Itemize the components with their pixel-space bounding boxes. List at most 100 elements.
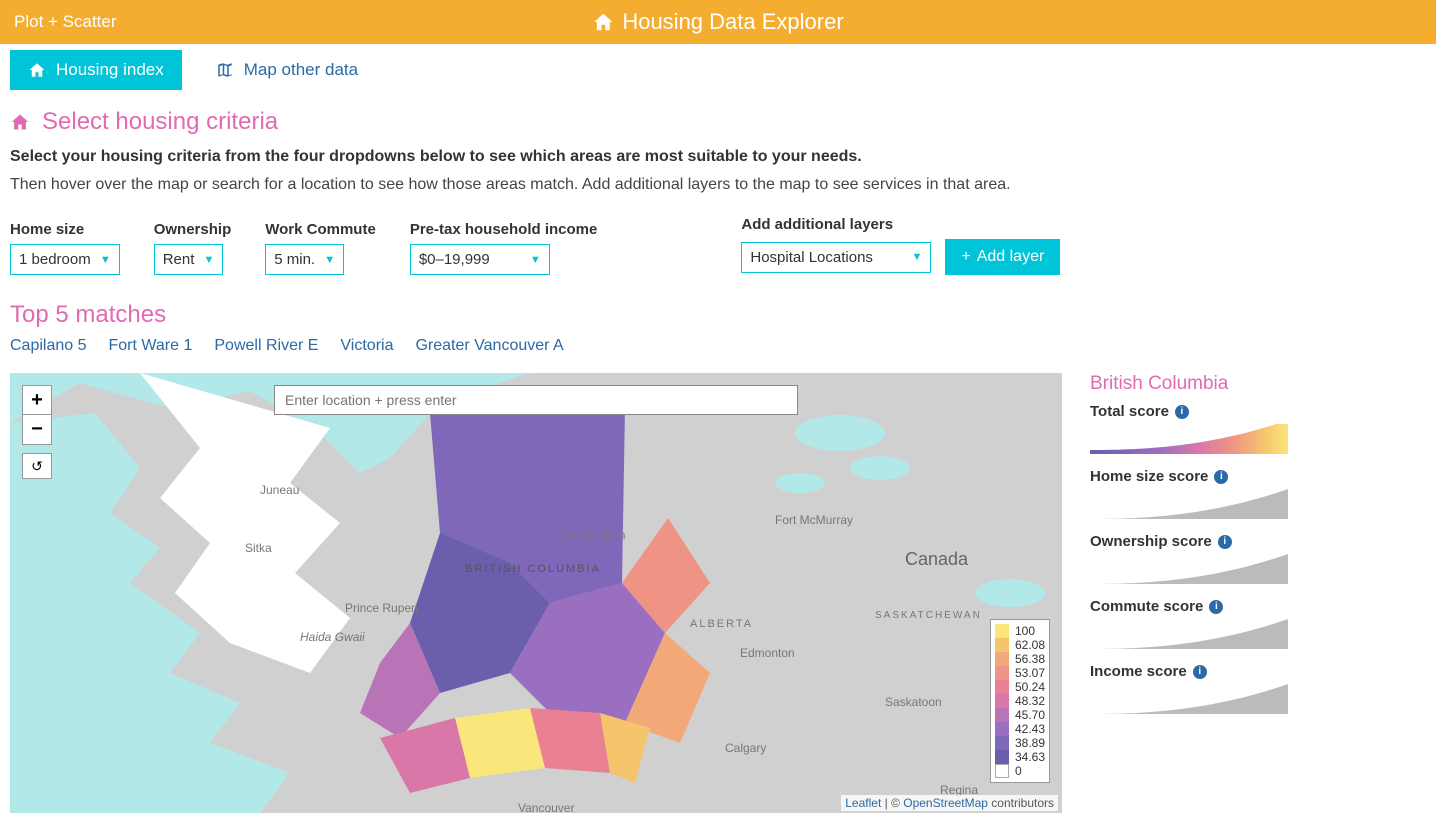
score-sparkline [1090, 554, 1288, 584]
app-title: Housing Data Explorer [592, 9, 843, 35]
legend-row: 56.38 [995, 652, 1045, 666]
score-label: Home size score i [1090, 468, 1426, 485]
map-attribution: Leaflet | © OpenStreetMap contributors [841, 795, 1058, 811]
zoom-reset-button[interactable]: ↺ [22, 453, 52, 479]
income-select[interactable]: $0–19,999 [410, 244, 550, 275]
legend-swatch [995, 694, 1009, 708]
match-link[interactable]: Capilano 5 [10, 337, 87, 355]
instructions-line-1: Select your housing criteria from the fo… [10, 148, 1426, 166]
brand-text: Plot + Scatter [0, 12, 117, 32]
legend-value: 38.89 [1015, 736, 1045, 750]
map-label-canada: Canada [905, 549, 968, 570]
add-layer-button[interactable]: + Add layer [945, 239, 1060, 275]
osm-link[interactable]: OpenStreetMap [903, 796, 988, 810]
legend-row: 45.70 [995, 708, 1045, 722]
instructions-line-2: Then hover over the map or search for a … [10, 176, 1426, 194]
legend-row: 38.89 [995, 736, 1045, 750]
match-link[interactable]: Powell River E [214, 337, 318, 355]
legend-value: 56.38 [1015, 652, 1045, 666]
info-icon[interactable]: i [1193, 665, 1207, 679]
matches-list: Capilano 5 Fort Ware 1 Powell River E Vi… [10, 337, 1426, 355]
criteria-row: Home size 1 bedroom Ownership Rent Work … [10, 216, 1426, 275]
map-legend: 10062.0856.3853.0750.2448.3245.7042.4338… [990, 619, 1050, 783]
legend-row: 34.63 [995, 750, 1045, 764]
layers-label: Add additional layers [741, 216, 1060, 233]
legend-value: 50.24 [1015, 680, 1045, 694]
legend-row: 53.07 [995, 666, 1045, 680]
legend-value: 100 [1015, 624, 1035, 638]
score-sparkline [1090, 424, 1288, 454]
plus-icon: + [961, 248, 970, 266]
map-label-haida-gwaii: Haida Gwaii [300, 630, 365, 644]
legend-swatch [995, 722, 1009, 736]
legend-row: 48.32 [995, 694, 1045, 708]
legend-swatch [995, 736, 1009, 750]
tab-label: Map other data [244, 60, 358, 80]
legend-swatch [995, 624, 1009, 638]
commute-label: Work Commute [265, 221, 376, 238]
tab-bar: Housing index Map other data [10, 50, 1436, 90]
tab-map-other-data[interactable]: Map other data [198, 50, 376, 90]
legend-value: 34.63 [1015, 750, 1045, 764]
legend-row: 100 [995, 624, 1045, 638]
legend-value: 62.08 [1015, 638, 1045, 652]
region-title: British Columbia [1090, 373, 1426, 395]
legend-swatch [995, 666, 1009, 680]
legend-swatch [995, 764, 1009, 778]
home-icon [28, 61, 46, 79]
legend-row: 50.24 [995, 680, 1045, 694]
score-sparkline [1090, 684, 1288, 714]
info-icon[interactable]: i [1209, 600, 1223, 614]
legend-value: 53.07 [1015, 666, 1045, 680]
legend-value: 48.32 [1015, 694, 1045, 708]
commute-select[interactable]: 5 min. [265, 244, 344, 275]
zoom-out-button[interactable]: − [22, 415, 52, 445]
home-size-label: Home size [10, 221, 120, 238]
score-sparkline [1090, 489, 1288, 519]
map-label-saskatoon: Saskatoon [885, 695, 942, 709]
info-icon[interactable]: i [1218, 535, 1232, 549]
home-icon [592, 11, 614, 33]
map-label-juneau: Juneau [260, 483, 299, 497]
leaflet-link[interactable]: Leaflet [845, 796, 881, 810]
app-title-text: Housing Data Explorer [622, 9, 843, 35]
home-size-select[interactable]: 1 bedroom [10, 244, 120, 275]
legend-value: 42.43 [1015, 722, 1045, 736]
match-link[interactable]: Victoria [340, 337, 393, 355]
match-link[interactable]: Fort Ware 1 [109, 337, 193, 355]
match-link[interactable]: Greater Vancouver A [415, 337, 563, 355]
score-label: Ownership score i [1090, 533, 1426, 550]
map-canvas[interactable]: Juneau Sitka Haida Gwaii Prince Rupert B… [10, 373, 1062, 813]
map-label-bc: BRITISH COLUMBIA [465, 563, 601, 575]
criteria-title: Select housing criteria [10, 108, 1426, 136]
score-panel: British Columbia Total score i Home size … [1090, 373, 1426, 813]
zoom-in-button[interactable]: + [22, 385, 52, 415]
ownership-select[interactable]: Rent [154, 244, 224, 275]
map-label-fort-mcmurray: Fort McMurray [775, 513, 853, 527]
map-label-alberta: ALBERTA [690, 618, 753, 630]
legend-swatch [995, 638, 1009, 652]
map-label-prince-rupert: Prince Rupert [345, 601, 418, 615]
ownership-label: Ownership [154, 221, 232, 238]
score-label: Total score i [1090, 403, 1426, 420]
map-label-vancouver: Vancouver [518, 801, 574, 815]
tab-housing-index[interactable]: Housing index [10, 50, 182, 90]
score-label: Income score i [1090, 663, 1426, 680]
map-icon [216, 61, 234, 79]
info-icon[interactable]: i [1175, 405, 1189, 419]
score-sparkline [1090, 619, 1288, 649]
legend-swatch [995, 750, 1009, 764]
top-bar: Plot + Scatter Housing Data Explorer [0, 0, 1436, 44]
legend-value: 0 [1015, 764, 1022, 778]
income-label: Pre-tax household income [410, 221, 598, 238]
legend-swatch [995, 708, 1009, 722]
map-basemap [10, 373, 1062, 813]
layers-select[interactable]: Hospital Locations [741, 242, 931, 273]
info-icon[interactable]: i [1214, 470, 1228, 484]
legend-row: 62.08 [995, 638, 1045, 652]
legend-value: 45.70 [1015, 708, 1045, 722]
map-search-input[interactable] [274, 385, 798, 415]
matches-title: Top 5 matches [10, 301, 1426, 329]
map-label-sitka: Sitka [245, 541, 272, 555]
map-label-calgary: Calgary [725, 741, 766, 755]
